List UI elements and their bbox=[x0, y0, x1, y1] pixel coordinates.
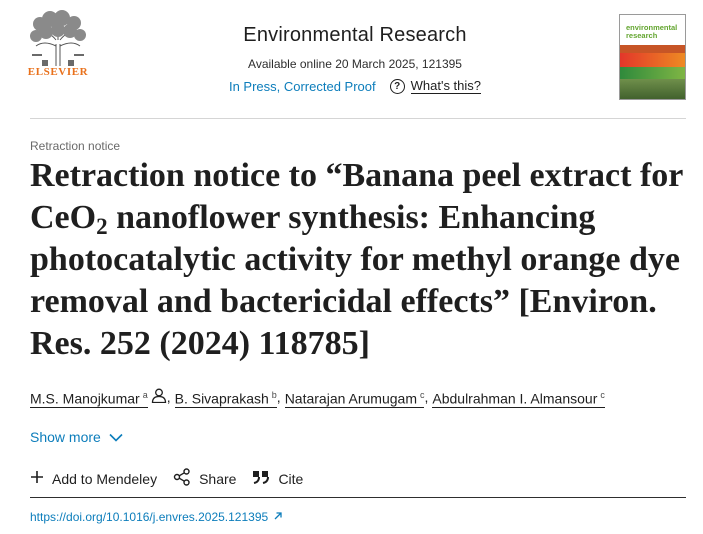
author-separator: , bbox=[166, 389, 171, 406]
author-name: Natarajan Arumugam bbox=[284, 390, 417, 407]
author-affiliation: a bbox=[142, 390, 148, 400]
whats-this-button[interactable]: ? What's this? bbox=[389, 78, 482, 94]
article-header: ELSEVIER Environmental Research Availabl… bbox=[0, 0, 703, 118]
author-link[interactable]: B. Sivaprakash b bbox=[174, 387, 277, 408]
author-link[interactable]: M.S. Manojkumar a bbox=[30, 387, 148, 408]
doi-link[interactable]: https://doi.org/10.1016/j.envres.2025.12… bbox=[30, 510, 283, 524]
show-more-button[interactable]: Show more bbox=[30, 429, 123, 445]
journal-title[interactable]: Environmental Research bbox=[150, 24, 560, 47]
share-button[interactable]: Share bbox=[173, 468, 236, 489]
add-to-mendeley-button[interactable]: Add to Mendeley bbox=[30, 470, 157, 487]
author-link[interactable]: Natarajan Arumugam c bbox=[284, 387, 425, 408]
article-title: Retraction notice to “Banana peel extrac… bbox=[30, 155, 690, 365]
author-link[interactable]: Abdulrahman I. Almansour c bbox=[432, 387, 605, 408]
journal-info: Environmental Research Available online … bbox=[150, 24, 560, 94]
journal-cover-thumbnail[interactable]: environmental research bbox=[619, 14, 686, 100]
share-icon bbox=[173, 468, 191, 489]
title-part2: nanoflower synthesis: Enhancing photocat… bbox=[30, 199, 680, 362]
doi-text: https://doi.org/10.1016/j.envres.2025.12… bbox=[30, 510, 269, 524]
whats-this-label: What's this? bbox=[410, 78, 482, 94]
cover-label-line2: research bbox=[626, 31, 658, 40]
author-separator: , bbox=[424, 389, 429, 406]
header-divider bbox=[30, 118, 686, 119]
cite-label: Cite bbox=[278, 470, 304, 487]
plus-icon bbox=[30, 470, 44, 487]
author-separator: , bbox=[276, 389, 281, 406]
chevron-down-icon bbox=[109, 429, 123, 445]
share-label: Share bbox=[199, 470, 237, 487]
cite-button[interactable]: Cite bbox=[252, 470, 303, 487]
author-name: M.S. Manojkumar bbox=[30, 390, 140, 407]
cover-band bbox=[620, 53, 685, 67]
external-link-icon bbox=[273, 510, 283, 524]
cover-label: environmental research bbox=[626, 24, 677, 40]
person-icon[interactable] bbox=[151, 388, 167, 406]
quote-icon bbox=[252, 470, 270, 487]
author-name: Abdulrahman I. Almansour bbox=[432, 390, 598, 407]
author-list: M.S. Manojkumar a , B. Sivaprakash b , Nat… bbox=[30, 387, 605, 408]
add-to-mendeley-label: Add to Mendeley bbox=[52, 470, 158, 487]
status-row: In Press, Corrected Proof ? What's this? bbox=[150, 79, 560, 94]
article-type-label: Retraction notice bbox=[30, 139, 121, 153]
cover-band bbox=[620, 67, 685, 79]
cover-band bbox=[620, 79, 685, 99]
actions-divider bbox=[30, 497, 686, 498]
author-affiliation: c bbox=[600, 390, 605, 400]
article-actions: Add to Mendeley Share Cite bbox=[30, 468, 303, 489]
availability-text: Available online 20 March 2025, 121395 bbox=[248, 57, 462, 71]
in-press-link[interactable]: In Press, Corrected Proof bbox=[229, 79, 376, 94]
author-name: B. Sivaprakash bbox=[174, 390, 269, 407]
show-more-label: Show more bbox=[30, 429, 101, 445]
publisher-name: ELSEVIER bbox=[27, 66, 89, 78]
title-subscript: 2 bbox=[96, 214, 108, 239]
question-circle-icon: ? bbox=[389, 79, 405, 94]
cover-band bbox=[620, 45, 685, 53]
